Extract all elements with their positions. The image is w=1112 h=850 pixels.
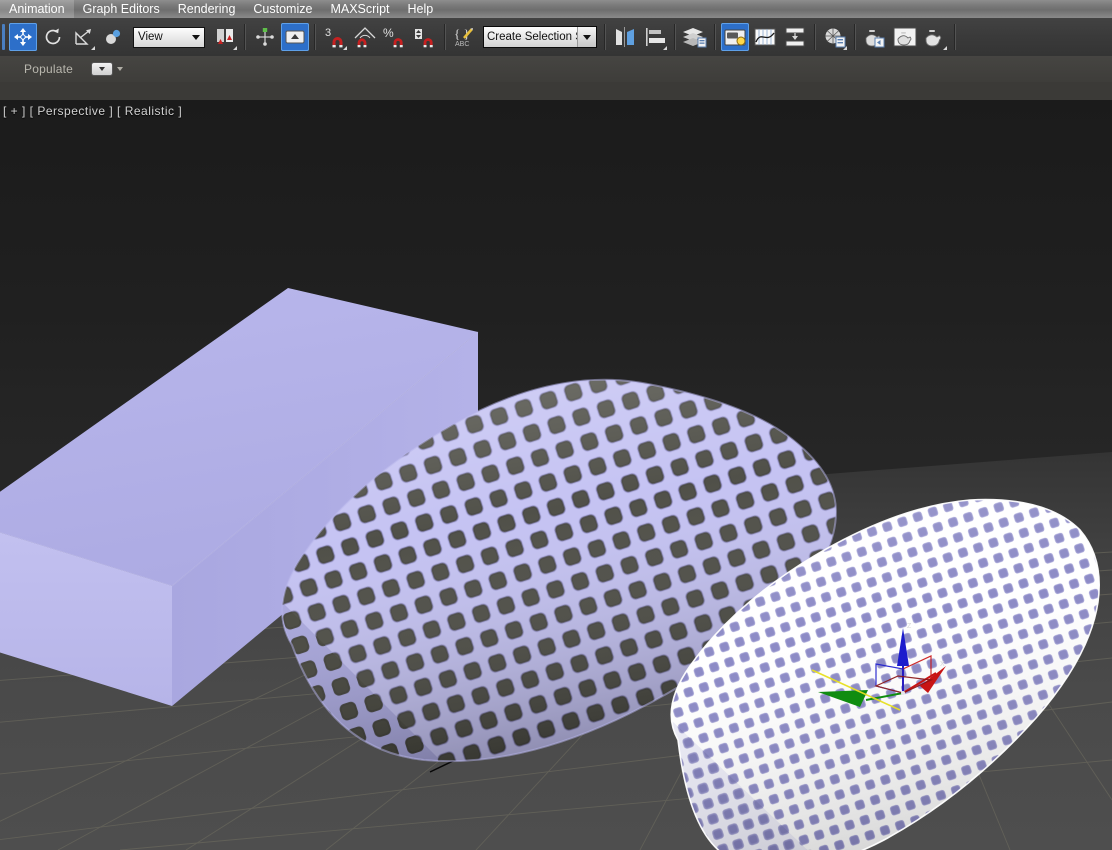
use-center-flyout-button[interactable] bbox=[211, 23, 239, 51]
named-selection-set-value: Create Selection Se bbox=[487, 31, 577, 43]
teapot-render-icon bbox=[925, 30, 942, 47]
schematic-view-icon bbox=[785, 27, 805, 47]
snap-3d-magnet-icon: 3 bbox=[325, 27, 343, 48]
center-flyout-arrow[interactable] bbox=[233, 46, 237, 50]
rendered-frame-window-button[interactable] bbox=[861, 23, 889, 51]
toolbar-separator-2 bbox=[314, 24, 316, 50]
curve-editor-icon bbox=[754, 28, 776, 46]
viewport-label[interactable]: [ + ] [ Perspective ] [ Realistic ] bbox=[3, 104, 182, 118]
menu-maxscript[interactable]: MAXScript bbox=[321, 0, 398, 18]
max-window: Animation Graph Editors Rendering Custom… bbox=[0, 0, 1112, 850]
menu-animation[interactable]: Animation bbox=[0, 0, 74, 18]
menu-customize[interactable]: Customize bbox=[244, 0, 321, 18]
chevron-down-icon[interactable] bbox=[577, 27, 596, 47]
toolbar-separator-6 bbox=[714, 24, 716, 50]
render-flyout-arrow[interactable] bbox=[943, 46, 947, 50]
select-and-place-button[interactable] bbox=[99, 23, 127, 51]
mirror-icon bbox=[616, 27, 634, 47]
angle-snap-icon bbox=[354, 27, 376, 48]
select-and-move-button[interactable] bbox=[9, 23, 37, 51]
rotate-icon bbox=[45, 28, 61, 45]
teapot-window-icon bbox=[893, 27, 917, 47]
gizmo-axis-x-label: X bbox=[940, 661, 945, 668]
populate-dropdown-pill bbox=[90, 62, 113, 76]
teapot-frame-icon bbox=[865, 30, 885, 48]
menu-rendering[interactable]: Rendering bbox=[169, 0, 245, 18]
toolbar-separator-1 bbox=[244, 24, 246, 50]
reference-coordinate-system-value: View bbox=[138, 31, 163, 43]
percent-snap-icon: % bbox=[383, 26, 403, 48]
render-setup-icon bbox=[824, 27, 846, 48]
material-editor-icon bbox=[724, 29, 746, 46]
toolbar-separator-4 bbox=[604, 24, 606, 50]
ribbon-panel-body bbox=[0, 82, 1112, 102]
ribbon-tab-bar: Populate bbox=[0, 56, 1112, 83]
mirror-button[interactable] bbox=[611, 23, 639, 51]
layer-explorer-button[interactable] bbox=[681, 23, 709, 51]
render-production-button[interactable] bbox=[921, 23, 949, 51]
toolbar-separator-8 bbox=[854, 24, 856, 50]
named-selection-set-dropdown[interactable]: Create Selection Se bbox=[483, 26, 597, 48]
menu-bar: Animation Graph Editors Rendering Custom… bbox=[0, 0, 1112, 18]
menu-graph-editors[interactable]: Graph Editors bbox=[74, 0, 169, 18]
snaps-toggle-button[interactable]: 3 bbox=[321, 23, 349, 51]
svg-text:ABC: ABC bbox=[455, 41, 469, 48]
scale-icon bbox=[75, 29, 91, 45]
edit-named-selection-sets-button[interactable]: { } ABC bbox=[451, 23, 479, 51]
populate-dropdown[interactable] bbox=[90, 62, 123, 76]
manipulate-icon bbox=[256, 28, 274, 46]
menu-help[interactable]: Help bbox=[399, 0, 443, 18]
select-and-rotate-button[interactable] bbox=[39, 23, 67, 51]
render-frame-window-button[interactable] bbox=[891, 23, 919, 51]
toolbar-separator-5 bbox=[674, 24, 676, 50]
ribbon-tab-populate[interactable]: Populate bbox=[24, 62, 73, 76]
chevron-down-icon[interactable] bbox=[188, 34, 204, 40]
align-flyout-arrow[interactable] bbox=[663, 46, 667, 50]
viewport-scene: Z X bbox=[0, 288, 1112, 850]
spinner-snap-icon bbox=[415, 29, 433, 48]
perspective-viewport[interactable]: Z X [+] [Perspective] [Realistic] bbox=[0, 100, 1112, 850]
gizmo-axis-z-label: Z bbox=[907, 623, 912, 630]
render-setup-flyout-arrow[interactable] bbox=[843, 46, 847, 50]
main-toolbar: View 3 % {} ABC Create Selection bbox=[0, 18, 1112, 57]
keyboard-shortcut-override-button[interactable] bbox=[281, 23, 309, 51]
percent-snap-toggle-button[interactable]: % bbox=[381, 23, 409, 51]
select-and-scale-button[interactable] bbox=[69, 23, 97, 51]
move-icon bbox=[14, 28, 32, 46]
render-setup-button[interactable] bbox=[821, 23, 849, 51]
toolbar-separator-7 bbox=[814, 24, 816, 50]
select-and-manipulate-button[interactable] bbox=[251, 23, 279, 51]
toolbar-grip[interactable] bbox=[2, 24, 5, 50]
named-selection-sets-icon: { } ABC bbox=[454, 26, 473, 48]
reference-coordinate-system-dropdown[interactable]: View bbox=[133, 26, 205, 48]
schematic-view-button[interactable] bbox=[781, 23, 809, 51]
svg-text:%: % bbox=[383, 26, 394, 40]
scale-flyout-arrow[interactable] bbox=[91, 46, 95, 50]
pivot-center-icon bbox=[217, 29, 233, 44]
keyboard-override-icon bbox=[285, 30, 305, 44]
toolbar-separator-9 bbox=[954, 24, 956, 50]
material-editor-button[interactable] bbox=[721, 23, 749, 51]
align-button[interactable] bbox=[641, 23, 669, 51]
layers-icon bbox=[683, 28, 707, 48]
place-icon bbox=[106, 29, 121, 44]
spinner-snap-toggle-button[interactable] bbox=[411, 23, 439, 51]
chevron-down-icon[interactable] bbox=[116, 67, 123, 71]
toolbar-separator-3 bbox=[444, 24, 446, 50]
curve-editor-button[interactable] bbox=[751, 23, 779, 51]
angle-snap-toggle-button[interactable] bbox=[351, 23, 379, 51]
svg-text:3: 3 bbox=[325, 27, 331, 39]
align-icon bbox=[646, 28, 665, 46]
snap-flyout-arrow[interactable] bbox=[343, 46, 347, 50]
